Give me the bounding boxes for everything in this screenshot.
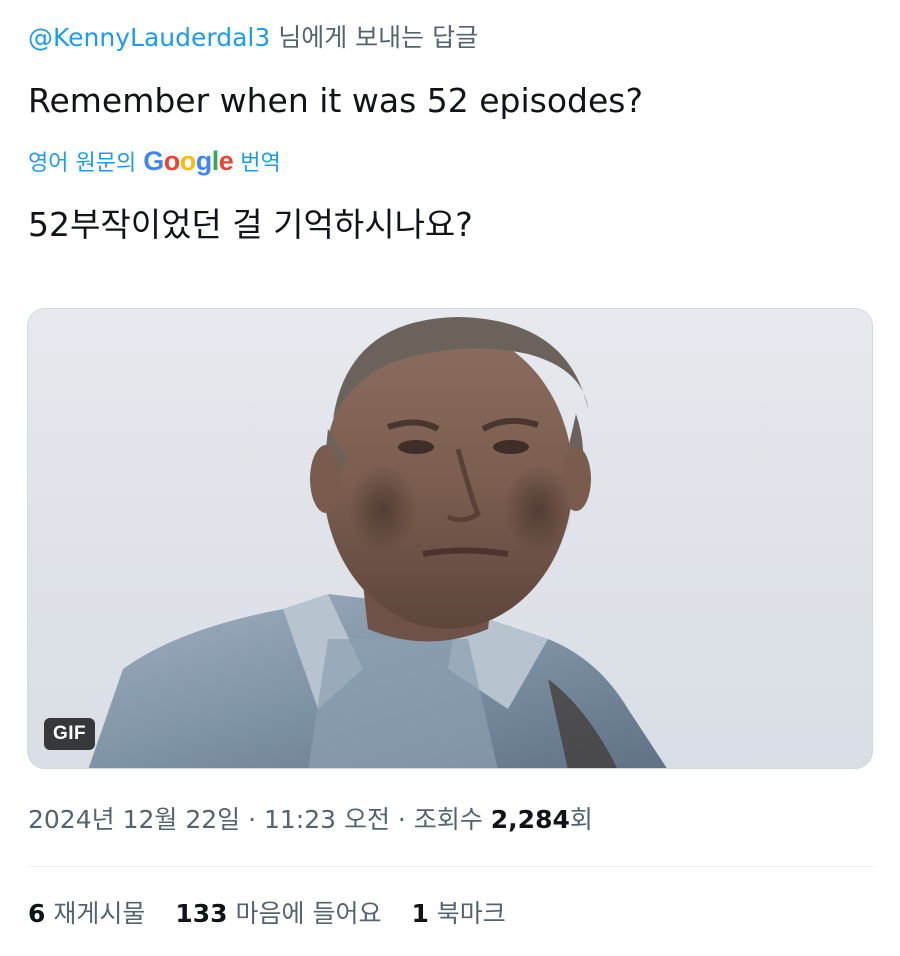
translation-attribution[interactable]: 영어 원문의 Google 번역 [28, 143, 281, 182]
views-label: 조회수 [413, 805, 491, 834]
reply-mention-link[interactable]: @KennyLauderdal3 [28, 23, 270, 52]
tweet-time[interactable]: 11:23 오전 [264, 805, 390, 834]
views-count: 2,284 [490, 805, 570, 834]
gif-media[interactable]: GIF [27, 308, 873, 769]
gif-frame-image [28, 309, 872, 768]
meta-separator: · [389, 805, 414, 834]
reply-context: @KennyLauderdal3 님에게 보내는 답글 [28, 18, 478, 58]
reposts-count: 6 [28, 899, 46, 928]
views-suffix: 회 [569, 805, 593, 834]
translation-prefix: 영어 원문의 [28, 151, 144, 176]
likes-count: 133 [175, 899, 228, 928]
engagement-stats: 6 재게시물 133 마음에 들어요 1 북마크 [28, 894, 506, 934]
divider [28, 866, 874, 867]
tweet-date[interactable]: 2024년 12월 22일 [28, 805, 240, 834]
gif-badge: GIF [44, 718, 96, 750]
reply-suffix: 님에게 보내는 답글 [270, 23, 479, 52]
tweet-text: Remember when it was 52 episodes? [28, 81, 643, 120]
translation-suffix: 번역 [233, 151, 281, 176]
bookmarks-stat[interactable]: 1 북마크 [411, 894, 505, 934]
meta-separator: · [240, 805, 264, 834]
reposts-stat[interactable]: 6 재게시물 [28, 894, 145, 934]
translated-tweet-text: 52부작이었던 걸 기억하시나요? [28, 205, 473, 244]
reposts-label: 재게시물 [45, 899, 146, 928]
bookmarks-count: 1 [411, 899, 429, 928]
likes-label: 마음에 들어요 [227, 899, 382, 928]
tweet-meta: 2024년 12월 22일 · 11:23 오전 · 조회수 2,284회 [28, 800, 593, 840]
likes-stat[interactable]: 133 마음에 들어요 [175, 894, 381, 934]
google-logo: Google [143, 146, 234, 176]
bookmarks-label: 북마크 [428, 899, 506, 928]
